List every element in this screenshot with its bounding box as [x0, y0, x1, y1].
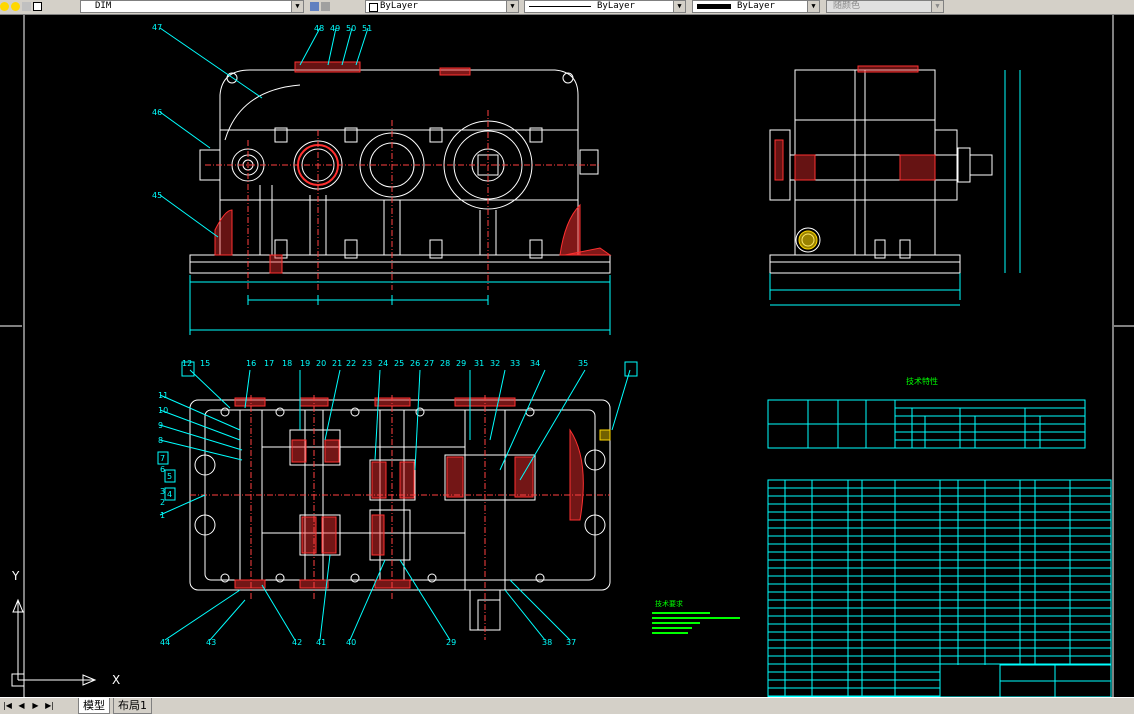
layer-icons[interactable] — [0, 0, 44, 13]
linetype-value: ByLayer — [597, 1, 635, 11]
color-dropdown[interactable]: ByLayer ▼ — [365, 0, 519, 13]
balloon-top: 29 — [456, 359, 466, 368]
balloon-top: 15 — [200, 359, 210, 368]
balloon-top: 28 — [440, 359, 450, 368]
chevron-down-icon[interactable]: ▼ — [931, 1, 943, 12]
properties-toolbar: DIM ▼ ByLayer ▼ ByLayer ▼ ByLayer ▼ 随颜色 … — [0, 0, 1134, 15]
front-view — [189, 69, 611, 274]
chevron-down-icon[interactable]: ▼ — [807, 1, 819, 12]
chevron-down-icon[interactable]: ▼ — [291, 1, 303, 12]
layer-tools — [310, 0, 332, 13]
lock-icon[interactable] — [22, 2, 31, 11]
layer-dropdown[interactable]: DIM ▼ — [80, 0, 304, 13]
balloon-top: 17 — [264, 359, 274, 368]
front-view-hatch — [214, 61, 612, 274]
ucs-y-label: Y — [11, 569, 20, 583]
balloon-top: 21 — [332, 359, 342, 368]
balloon-bottom: 44 — [160, 638, 170, 647]
balloon-left: 9 — [158, 421, 163, 430]
balloon-bottom: 40 — [346, 638, 356, 647]
lightbulb-icon[interactable] — [0, 2, 9, 11]
balloon-top: 25 — [394, 359, 404, 368]
layer-name: DIM — [95, 1, 112, 11]
balloon-bottom: 37 — [566, 638, 576, 647]
balloon-left: 10 — [158, 406, 168, 415]
plan-view-balloons: 12 15 16 17 18 19 20 21 22 23 24 25 26 2… — [158, 359, 588, 647]
balloon-49: 49 — [330, 24, 340, 33]
tab-model[interactable]: 模型 — [78, 698, 110, 714]
balloon-top: 20 — [316, 359, 326, 368]
balloon-51: 51 — [362, 24, 372, 33]
balloon-left: 11 — [158, 391, 168, 400]
balloon-46: 46 — [152, 108, 162, 117]
technical-notes: 技术要求 — [652, 599, 740, 634]
first-tab-button[interactable]: |◀ — [2, 700, 13, 711]
balloon-top: 27 — [424, 359, 434, 368]
balloon-left: 2 — [160, 498, 165, 507]
sun-icon[interactable] — [11, 2, 20, 11]
front-view-dimensions — [159, 27, 611, 335]
balloon-48: 48 — [314, 24, 324, 33]
balloon-top: 16 — [246, 359, 256, 368]
balloon-left: 8 — [158, 436, 163, 445]
chevron-down-icon[interactable]: ▼ — [506, 1, 518, 12]
balloon-left: 7 — [160, 454, 165, 463]
prev-tab-button[interactable]: ◀ — [16, 700, 27, 711]
linetype-dropdown[interactable]: ByLayer ▼ — [524, 0, 686, 13]
balloon-left: 6 — [160, 465, 165, 474]
balloon-left: 3 — [160, 487, 165, 496]
balloon-bottom: 41 — [316, 638, 326, 647]
balloon-bottom: 29 — [446, 638, 456, 647]
notes-title: 技术要求 — [655, 599, 683, 608]
balloon-50: 50 — [346, 24, 356, 33]
balloon-45: 45 — [152, 191, 162, 200]
balloon-left: 5 — [167, 472, 172, 481]
balloon-bottom: 38 — [542, 638, 552, 647]
layout-tab-bar: |◀ ◀ ▶ ▶| 模型 布局1 — [0, 697, 1134, 714]
side-view-dimensions — [769, 70, 1021, 306]
last-tab-button[interactable]: ▶| — [44, 700, 55, 711]
balloon-bottom: 43 — [206, 638, 216, 647]
lineweight-value: ByLayer — [737, 1, 775, 11]
balloon-top: 19 — [300, 359, 310, 368]
next-tab-button[interactable]: ▶ — [30, 700, 41, 711]
balloon-top: 34 — [530, 359, 540, 368]
plan-view-hatch — [234, 397, 611, 589]
balloon-top: 31 — [474, 359, 484, 368]
balloon-top: 26 — [410, 359, 420, 368]
tab-layout1[interactable]: 布局1 — [113, 698, 152, 714]
plotstyle-value: 随颜色 — [833, 1, 861, 11]
ucs-x-label: X — [112, 673, 120, 687]
tech-table-title: 技术特性 — [906, 376, 938, 386]
balloon-top: 32 — [490, 359, 500, 368]
tech-table — [767, 399, 1086, 449]
color-value: ByLayer — [380, 1, 418, 11]
color-swatch — [369, 3, 378, 12]
parts-list — [767, 479, 1112, 698]
balloon-left: 1 — [160, 511, 165, 520]
balloon-bottom: 42 — [292, 638, 302, 647]
linetype-sample — [529, 6, 591, 7]
plan-view-centerlines — [190, 395, 610, 640]
balloon-top: 12 — [182, 359, 192, 368]
balloon-top: 23 — [362, 359, 372, 368]
balloon-left: 4 — [167, 490, 172, 499]
layer-previous-icon[interactable] — [310, 2, 319, 11]
lineweight-dropdown[interactable]: ByLayer ▼ — [692, 0, 820, 13]
balloon-top: 35 — [578, 359, 588, 368]
lineweight-sample — [697, 4, 731, 9]
balloon-47: 47 — [152, 23, 162, 32]
plotstyle-dropdown[interactable]: 随颜色 ▼ — [826, 0, 944, 13]
drawing-canvas[interactable]: 47 46 45 48 49 50 51 12 15 16 17 18 19 2… — [0, 15, 1134, 698]
cad-drawing: 47 46 45 48 49 50 51 12 15 16 17 18 19 2… — [0, 15, 1134, 698]
color-swatch-icon[interactable] — [33, 2, 42, 11]
layer-states-icon[interactable] — [321, 2, 330, 11]
balloon-top: 24 — [378, 359, 388, 368]
balloon-top: 22 — [346, 359, 356, 368]
chevron-down-icon[interactable]: ▼ — [673, 1, 685, 12]
balloon-top: 18 — [282, 359, 292, 368]
balloon-top: 33 — [510, 359, 520, 368]
